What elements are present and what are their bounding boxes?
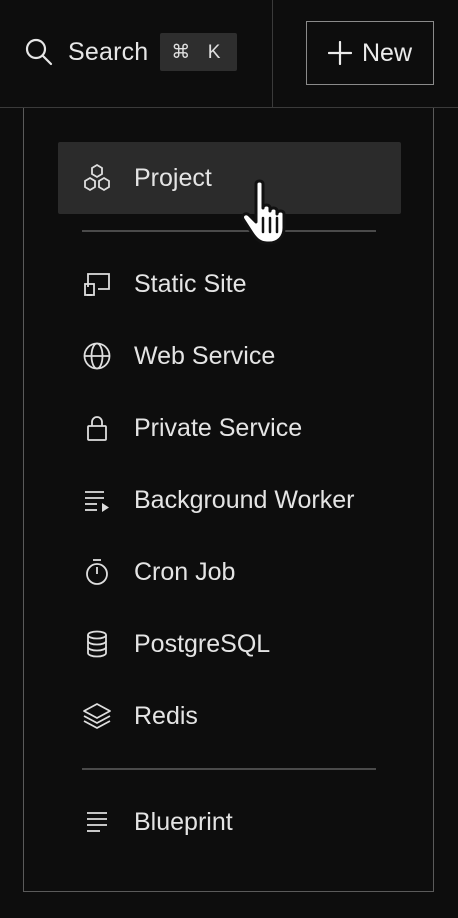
lock-icon bbox=[82, 413, 112, 443]
menu-item-label: Project bbox=[134, 163, 212, 192]
background-worker-icon bbox=[82, 485, 112, 515]
globe-icon bbox=[82, 341, 112, 371]
menu-separator bbox=[82, 768, 376, 770]
stopwatch-icon bbox=[82, 557, 112, 587]
menu-item-postgresql[interactable]: PostgreSQL bbox=[58, 608, 401, 680]
menu-item-static-site[interactable]: Static Site bbox=[58, 248, 401, 320]
top-bar: Search ⌘ K New bbox=[0, 0, 458, 108]
project-icon bbox=[82, 163, 112, 193]
menu-item-label: Private Service bbox=[134, 413, 303, 442]
menu-item-label: Background Worker bbox=[134, 485, 355, 514]
new-button-label: New bbox=[361, 38, 412, 67]
menu-item-label: Redis bbox=[134, 701, 198, 730]
menu-item-label: Blueprint bbox=[134, 807, 233, 836]
new-dropdown-menu: Project Static Site Web Service Private … bbox=[23, 108, 434, 892]
menu-item-label: Web Service bbox=[134, 341, 276, 370]
search-icon bbox=[24, 37, 54, 67]
menu-item-redis[interactable]: Redis bbox=[58, 680, 401, 752]
menu-item-blueprint[interactable]: Blueprint bbox=[58, 786, 401, 858]
menu-item-label: Cron Job bbox=[134, 557, 236, 586]
menu-item-label: PostgreSQL bbox=[134, 629, 271, 658]
menu-item-cron-job[interactable]: Cron Job bbox=[58, 536, 401, 608]
layers-icon bbox=[82, 701, 112, 731]
blueprint-icon bbox=[82, 807, 112, 837]
menu-item-background-worker[interactable]: Background Worker bbox=[58, 464, 401, 536]
new-button[interactable]: New bbox=[306, 21, 434, 85]
static-site-icon bbox=[82, 269, 112, 299]
menu-item-label: Static Site bbox=[134, 269, 247, 298]
menu-item-web-service[interactable]: Web Service bbox=[58, 320, 401, 392]
keyboard-shortcut-badge: ⌘ K bbox=[160, 33, 238, 71]
search-label: Search bbox=[68, 37, 149, 66]
menu-item-private-service[interactable]: Private Service bbox=[58, 392, 401, 464]
menu-item-project[interactable]: Project bbox=[58, 142, 401, 214]
database-icon bbox=[82, 629, 112, 659]
search-button[interactable]: Search ⌘ K bbox=[24, 28, 238, 76]
topbar-divider bbox=[272, 0, 273, 108]
menu-separator bbox=[82, 230, 376, 232]
plus-icon bbox=[327, 41, 352, 65]
